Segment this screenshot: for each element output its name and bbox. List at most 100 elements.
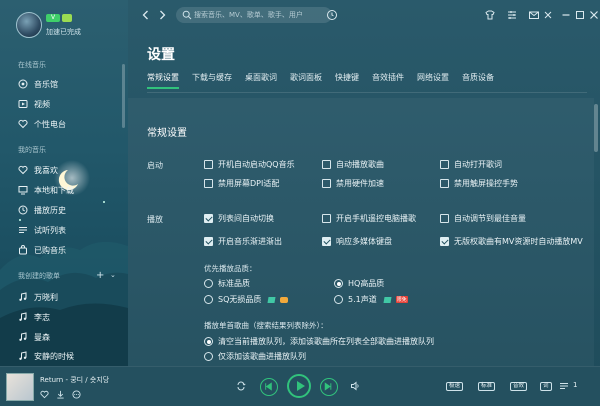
avatar[interactable]	[16, 12, 42, 38]
checkbox-label: 自动播放歌曲	[336, 160, 384, 169]
checkbox-media-keys[interactable]: 响应多媒体键盘	[322, 236, 392, 247]
quality-tag-standard[interactable]: 标准	[478, 382, 496, 391]
checkbox-fade[interactable]: 开启音乐渐进渐出	[204, 236, 282, 247]
playlist-queue-icon[interactable]	[559, 381, 569, 391]
next-button[interactable]	[320, 378, 338, 396]
tab-network[interactable]: 网络设置	[417, 72, 449, 89]
settings-icon[interactable]	[506, 9, 518, 21]
collapse-icon[interactable]: ⌄	[110, 271, 116, 279]
radio[interactable]	[204, 352, 213, 361]
radio[interactable]	[204, 295, 213, 304]
checkbox[interactable]	[204, 179, 213, 188]
checkbox-disable-dpi[interactable]: 禁用屏幕DPI适配	[204, 178, 279, 189]
radio-label: 5.1声道	[348, 295, 377, 304]
radio[interactable]	[334, 279, 343, 288]
listen-recognize-icon[interactable]	[326, 9, 338, 21]
tab-download-cache[interactable]: 下载与缓存	[192, 72, 232, 89]
sidebar-item-favorites[interactable]: 我喜欢	[18, 163, 118, 177]
volume-icon[interactable]	[350, 381, 360, 391]
back-icon[interactable]	[140, 9, 152, 21]
forward-icon[interactable]	[156, 9, 168, 21]
sidebar-item-music-hall[interactable]: 音乐馆	[18, 77, 118, 91]
checkbox[interactable]	[204, 237, 213, 246]
checkbox-list-auto-switch[interactable]: 列表间自动切换	[204, 213, 274, 224]
search-icon	[182, 10, 192, 20]
radio[interactable]	[204, 279, 213, 288]
checkbox[interactable]	[204, 160, 213, 169]
download-icon[interactable]	[56, 390, 65, 399]
radio-hq-quality[interactable]: HQ高品质	[334, 278, 384, 289]
tab-audio-device[interactable]: 音质设备	[462, 72, 494, 89]
mini-mode-icon[interactable]	[542, 9, 554, 21]
quality-tag-fast[interactable]: 极速	[446, 382, 464, 391]
settings-content: 常规设置 启动 开机自动启动QQ音乐 自动播放歌曲 自动打开歌词 禁用屏幕DPI…	[128, 98, 594, 366]
close-icon[interactable]	[588, 9, 600, 21]
radio-add-single[interactable]: 仅添加该歌曲进播放队列	[204, 351, 306, 362]
lyrics-tag[interactable]: 词	[540, 382, 552, 391]
sidebar-item-label: 个性电台	[34, 119, 66, 129]
checkbox[interactable]	[322, 179, 331, 188]
loop-mode-icon[interactable]	[236, 381, 246, 391]
radio-sq-quality[interactable]: SQ无损品质	[204, 294, 289, 305]
sound-effect-tag[interactable]: 音效	[510, 382, 528, 391]
checkbox[interactable]	[440, 160, 449, 169]
maximize-icon[interactable]	[574, 9, 586, 21]
tab-sound-plugins[interactable]: 音效插件	[372, 72, 404, 89]
sidebar-item-purchased[interactable]: 已购音乐	[18, 243, 118, 257]
checkbox[interactable]	[440, 214, 449, 223]
checkbox-disable-hw-accel[interactable]: 禁用硬件加速	[322, 178, 384, 189]
sidebar-scrollbar[interactable]	[122, 64, 125, 128]
sidebar-item-preview-list[interactable]: 试听列表	[18, 223, 118, 237]
checkbox[interactable]	[322, 214, 331, 223]
radio-5-1-channel[interactable]: 5.1声道 限免	[334, 294, 408, 305]
checkbox-autoplay[interactable]: 自动播放歌曲	[322, 159, 384, 170]
add-playlist-icon[interactable]: +	[96, 271, 105, 281]
checkbox-phone-remote[interactable]: 开启手机遥控电脑播歌	[322, 213, 416, 224]
green-vip-badge[interactable]: V	[46, 14, 60, 22]
sidebar-item-video[interactable]: 视频	[18, 97, 118, 111]
quality-label: 优先播放品质：	[204, 264, 257, 273]
more-icon[interactable]	[72, 390, 81, 399]
checkbox-auto-volume[interactable]: 自动调节到最佳音量	[440, 213, 526, 224]
radio[interactable]	[204, 337, 213, 346]
checkbox[interactable]	[204, 214, 213, 223]
checkbox[interactable]	[440, 237, 449, 246]
sidebar-item-label: 播放历史	[34, 205, 66, 215]
radio-standard-quality[interactable]: 标准品质	[204, 278, 250, 289]
radio-replace-queue[interactable]: 清空当前播放队列，添加该歌曲所在列表全部歌曲进播放队列	[204, 336, 434, 347]
sidebar-item-radio[interactable]: 个性电台	[18, 117, 118, 131]
skin-icon[interactable]	[484, 9, 496, 21]
checkbox-label: 开机自动启动QQ音乐	[218, 160, 295, 169]
sidebar-item-playlist[interactable]: 安静的时候	[18, 349, 118, 363]
radio[interactable]	[334, 295, 343, 304]
settings-scrollbar[interactable]	[594, 104, 598, 152]
sidebar-item-playlist[interactable]: 万晓利	[18, 290, 118, 304]
sidebar-item-local-download[interactable]: 本地和下载	[18, 183, 118, 197]
mail-icon[interactable]	[528, 9, 540, 21]
song-title[interactable]: Return - 쿵디 / 숏지당	[40, 375, 109, 385]
search-box[interactable]	[176, 7, 332, 23]
album-cover[interactable]	[6, 373, 34, 401]
previous-button[interactable]	[260, 378, 278, 396]
sidebar-item-history[interactable]: 播放历史	[18, 203, 118, 217]
settings-tabs: 常规设置 下载与缓存 桌面歌词 歌词面板 快捷键 音效插件 网络设置 音质设备	[147, 72, 507, 89]
checkbox[interactable]	[322, 237, 331, 246]
minimize-icon[interactable]	[560, 9, 572, 21]
tab-general[interactable]: 常规设置	[147, 72, 179, 89]
checkbox[interactable]	[440, 179, 449, 188]
level-badge[interactable]	[62, 14, 72, 22]
checkbox-auto-lyrics[interactable]: 自动打开歌词	[440, 159, 502, 170]
search-input[interactable]	[194, 9, 326, 21]
like-icon[interactable]	[40, 390, 49, 399]
tab-hotkeys[interactable]: 快捷键	[335, 72, 359, 89]
tab-desktop-lyrics[interactable]: 桌面歌词	[245, 72, 277, 89]
checkbox-disable-touch[interactable]: 禁用触屏操控手势	[440, 178, 518, 189]
checkbox[interactable]	[322, 160, 331, 169]
sidebar-item-playlist[interactable]: 曼森	[18, 330, 118, 344]
sidebar-item-label: 已购音乐	[34, 245, 66, 255]
tab-lyrics-panel[interactable]: 歌词面板	[290, 72, 322, 89]
play-button[interactable]	[287, 374, 311, 398]
sidebar-item-playlist[interactable]: 李志	[18, 310, 118, 324]
checkbox-auto-mv[interactable]: 无版权歌曲有MV资源时自动播放MV	[440, 236, 583, 247]
checkbox-autostart[interactable]: 开机自动启动QQ音乐	[204, 159, 295, 170]
